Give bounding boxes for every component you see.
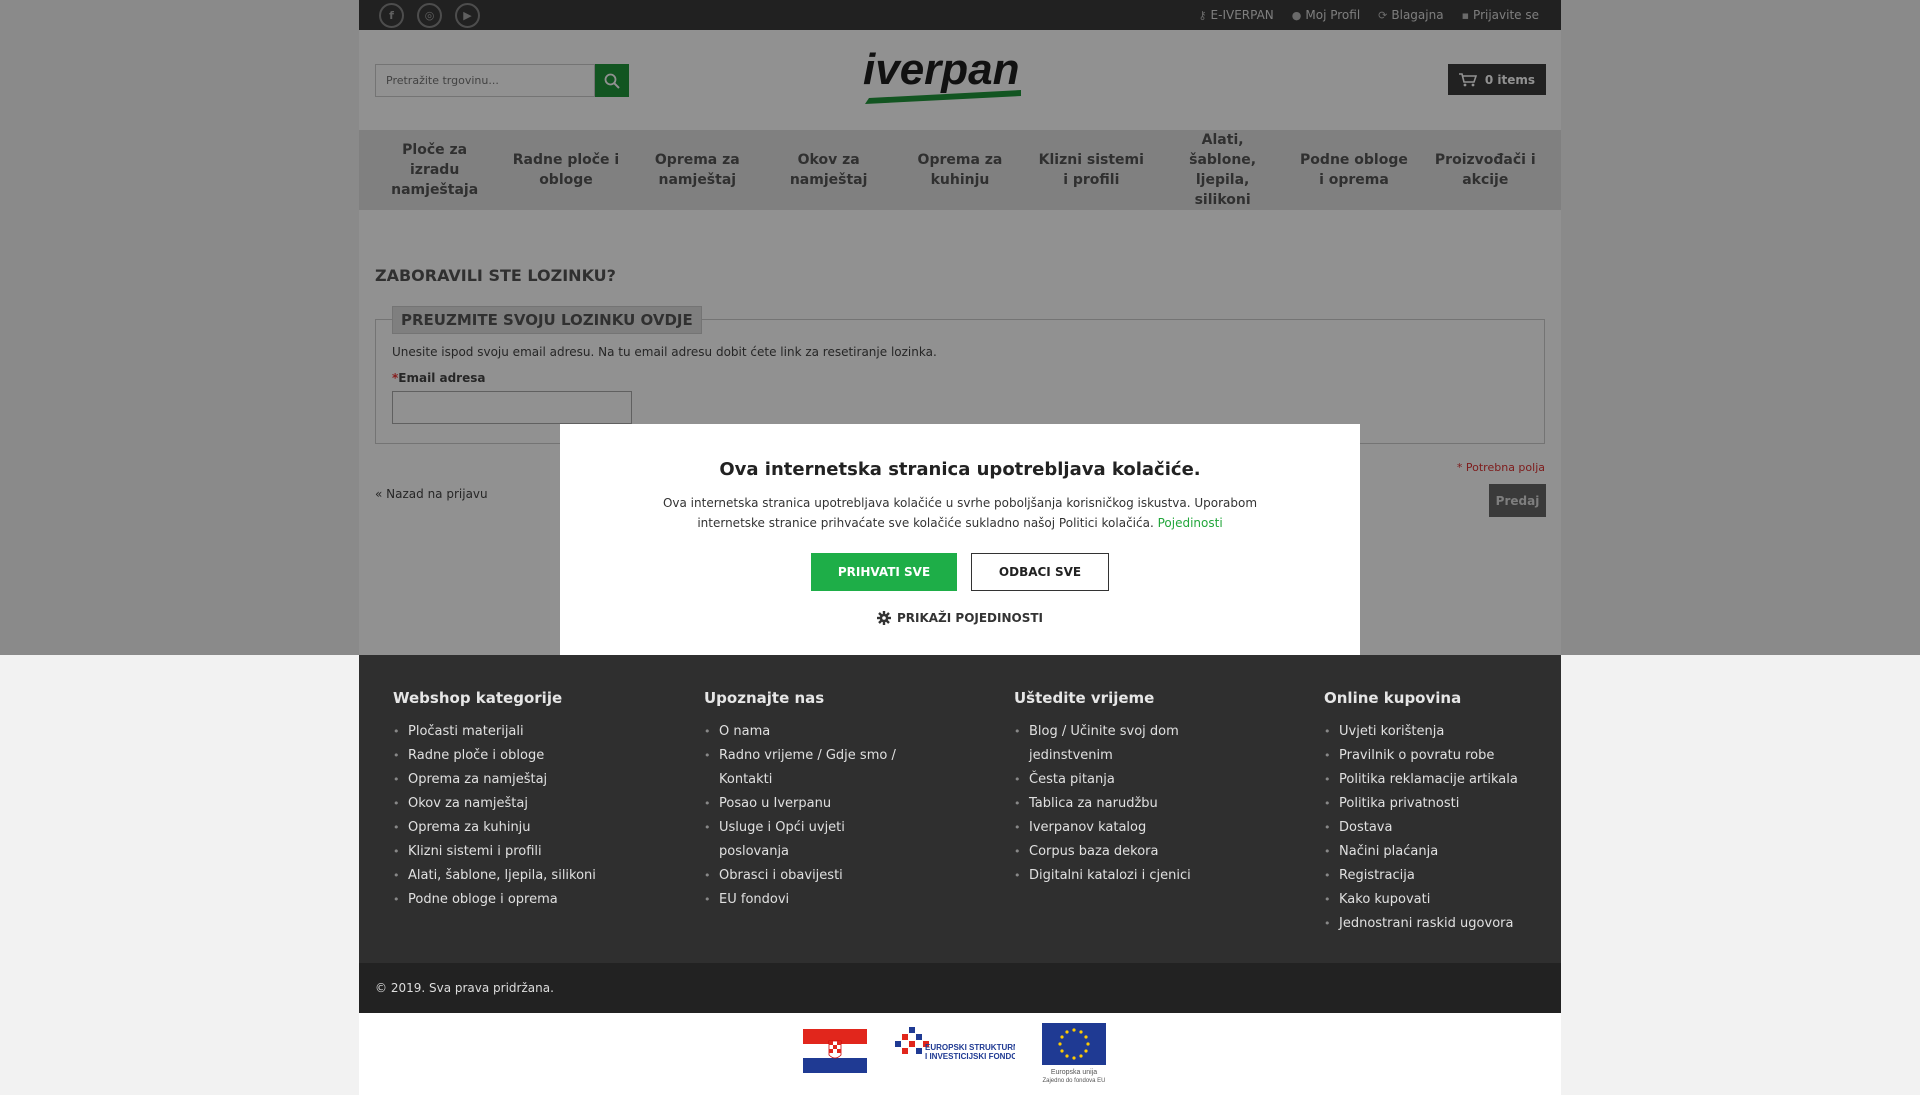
footer-link[interactable]: Radne ploče i obloge	[393, 744, 658, 768]
footer-link[interactable]: Oprema za kuhinju	[393, 816, 658, 840]
footer-link[interactable]: Pravilnik o povratu robe	[1324, 744, 1544, 768]
footer-link[interactable]: Posao u Iverpanu	[704, 792, 914, 816]
footer-link[interactable]: Načini plaćanja	[1324, 840, 1544, 864]
footer-link[interactable]: Tablica za narudžbu	[1014, 792, 1214, 816]
footer-link[interactable]: Dostava	[1324, 816, 1544, 840]
footer-link[interactable]: Registracija	[1324, 864, 1544, 888]
cookie-details-link[interactable]: Pojedinosti	[1158, 516, 1223, 530]
footer: Webshop kategorije Pločasti materijali R…	[359, 655, 1561, 963]
footer-col-about: Upoznajte nas O nama Radno vrijeme / Gdj…	[704, 689, 914, 912]
footer-link[interactable]: Usluge i Opći uvjeti poslovanja	[704, 816, 914, 864]
svg-text:Zajedno do fondova EU: Zajedno do fondova EU	[1042, 1078, 1105, 1084]
croatia-flag-icon	[803, 1029, 867, 1073]
footer-link[interactable]: Alati, šablone, ljepila, silikoni	[393, 864, 658, 888]
footer-col-online-shopping: Online kupovina Uvjeti korištenja Pravil…	[1324, 689, 1544, 936]
eu-flag-logo: Europska unija Zajedno do fondova EU	[1042, 1023, 1106, 1084]
footer-link[interactable]: Obrasci i obavijesti	[704, 864, 914, 888]
copyright-bar: © 2019. Sva prava pridržana.	[359, 963, 1561, 1013]
accept-all-button[interactable]: PRIHVATI SVE	[811, 553, 957, 591]
copyright-text: © 2019. Sva prava pridržana.	[375, 981, 554, 995]
footer-heading: Webshop kategorije	[393, 689, 563, 707]
footer-col-categories: Webshop kategorije Pločasti materijali R…	[393, 689, 658, 912]
funding-logos: EUROPSKI STRUKTURNI I INVESTICIJSKI FOND…	[359, 1013, 1561, 1095]
footer-link[interactable]: Česta pitanja	[1014, 768, 1214, 792]
gear-icon	[876, 611, 891, 625]
footer-link[interactable]: Kako kupovati	[1324, 888, 1544, 912]
footer-link[interactable]: Uvjeti korištenja	[1324, 720, 1544, 744]
footer-link[interactable]: Politika privatnosti	[1324, 792, 1544, 816]
footer-link[interactable]: Radno vrijeme / Gdje smo / Kontakti	[704, 744, 914, 792]
footer-link[interactable]: Politika reklamacije artikala	[1324, 768, 1544, 792]
footer-link[interactable]: Digitalni katalozi i cjenici	[1014, 864, 1214, 888]
footer-link[interactable]: Corpus baza dekora	[1014, 840, 1214, 864]
svg-text:Europska unija: Europska unija	[1051, 1069, 1097, 1076]
footer-link[interactable]: Oprema za namještaj	[393, 768, 658, 792]
footer-link[interactable]: Blog / Učinite svoj dom jedinstvenim	[1014, 720, 1214, 768]
show-details-label: PRIKAŽI POJEDINOSTI	[896, 611, 1044, 625]
cookie-title: Ova internetska stranica upotrebljava ko…	[719, 459, 1201, 480]
cookie-buttons: PRIHVATI SVE ODBACI SVE	[560, 553, 1360, 591]
footer-link[interactable]: Iverpanov katalog	[1014, 816, 1214, 840]
esif-logo: EUROPSKI STRUKTURNI I INVESTICIJSKI FOND…	[895, 1027, 1015, 1061]
footer-link[interactable]: O nama	[704, 720, 914, 744]
footer-link[interactable]: Podne obloge i oprema	[393, 888, 658, 912]
show-details-toggle[interactable]: PRIKAŽI POJEDINOSTI	[560, 611, 1360, 625]
footer-link[interactable]: Jednostrani raskid ugovora	[1324, 912, 1544, 936]
footer-link[interactable]: Klizni sistemi i profili	[393, 840, 658, 864]
svg-text:I INVESTICIJSKI FONDOVI: I INVESTICIJSKI FONDOVI	[925, 1052, 1015, 1061]
svg-text:EUROPSKI STRUKTURNI: EUROPSKI STRUKTURNI	[925, 1043, 1015, 1052]
footer-heading: Upoznajte nas	[704, 689, 825, 707]
footer-link[interactable]: Okov za namještaj	[393, 792, 658, 816]
reject-all-button[interactable]: ODBACI SVE	[971, 553, 1109, 591]
cookie-consent-dialog: Ova internetska stranica upotrebljava ko…	[560, 424, 1360, 655]
footer-heading: Online kupovina	[1324, 689, 1462, 707]
footer-heading: Uštedite vrijeme	[1014, 689, 1155, 707]
footer-col-save-time: Uštedite vrijeme Blog / Učinite svoj dom…	[1014, 689, 1214, 888]
footer-link[interactable]: Pločasti materijali	[393, 720, 658, 744]
cookie-text: Ova internetska stranica upotrebljava ko…	[660, 493, 1260, 533]
footer-link[interactable]: EU fondovi	[704, 888, 914, 912]
